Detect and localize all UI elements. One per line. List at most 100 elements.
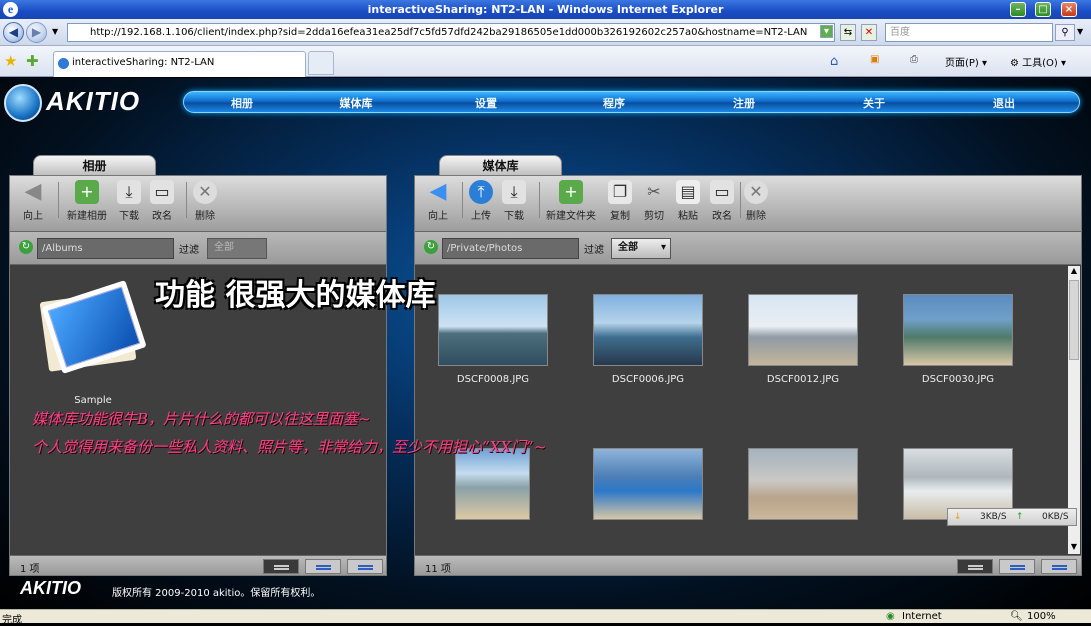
compat-view-icon[interactable]: ▾	[820, 25, 833, 38]
album-refresh-icon[interactable]: ↻	[19, 240, 33, 254]
photo-thumbnail[interactable]	[455, 448, 530, 520]
media-delete-button[interactable]: ✕ 删除	[736, 180, 776, 222]
view-detail-button[interactable]	[347, 559, 383, 574]
media-path-input[interactable]: /Private/Photos	[442, 238, 579, 259]
app-footer: AKITIO 版权所有 2009-2010 akitio。保留所有权利。	[0, 578, 1091, 600]
new-tab-button[interactable]	[308, 51, 334, 75]
footer-logo: AKITIO	[20, 578, 81, 598]
new-album-button[interactable]: + 新建相册	[63, 180, 111, 222]
album-filter-select[interactable]: 全部	[207, 238, 267, 259]
photo-thumbnail[interactable]	[593, 448, 703, 520]
media-filter-value: 全部	[618, 242, 638, 253]
media-filter-select[interactable]: 全部 ▾	[611, 238, 671, 259]
tab-page-icon	[58, 58, 69, 69]
album-delete-button[interactable]: ✕ 删除	[185, 180, 225, 222]
menu-media-library[interactable]: 媒体库	[306, 95, 406, 111]
new-folder-button[interactable]: + 新建文件夹	[543, 180, 599, 222]
media-download-label: 下载	[504, 211, 524, 222]
copyright-text: 版权所有 2009-2010 akitio。保留所有权利。	[112, 588, 321, 599]
upload-label: 上传	[471, 211, 491, 222]
media-download-button[interactable]: ⤓ 下载	[494, 180, 534, 222]
album-download-label: 下载	[119, 211, 139, 222]
arrow-left-icon: ◀	[24, 179, 42, 204]
scroll-up-icon[interactable]: ▲	[1069, 266, 1079, 276]
favorites-star-icon[interactable]: ★	[4, 52, 17, 70]
url-input[interactable]: http://192.168.1.106/client/index.php?si…	[67, 23, 835, 42]
photo-label: DSCF0012.JPG	[766, 374, 840, 385]
view-list-button[interactable]	[305, 559, 341, 574]
window-titlebar: e interactiveSharing: NT2-LAN - Windows …	[0, 0, 1091, 19]
feeds-icon[interactable]: ▣	[870, 54, 879, 65]
internet-zone-icon: ◉	[886, 611, 895, 622]
tools-menu-label: 工具(O)	[1022, 58, 1058, 69]
search-options-icon[interactable]: ▼	[1077, 27, 1083, 36]
album-path-input[interactable]: /Albums	[37, 238, 174, 259]
view-list-button[interactable]	[999, 559, 1035, 574]
tools-menu[interactable]: ⚙ 工具(O) ▾	[1010, 54, 1066, 69]
photo-thumbnail[interactable]	[748, 448, 858, 520]
back-button[interactable]: ◀	[3, 22, 24, 43]
akitio-logo: AKITIO	[4, 84, 179, 122]
album-rename-label: 改名	[152, 211, 172, 222]
scrollbar-thumb[interactable]	[1069, 280, 1079, 360]
zoom-level[interactable]: 100%	[1027, 611, 1056, 622]
album-rename-button[interactable]: ▭ 改名	[142, 180, 182, 222]
photo-thumbnail[interactable]	[593, 294, 703, 366]
nav-history-dropdown-icon[interactable]: ▼	[52, 27, 58, 36]
menu-register[interactable]: 注册	[694, 95, 794, 111]
upload-globe-icon: ⤒	[469, 180, 493, 204]
menu-albums[interactable]: 相册	[192, 95, 292, 111]
status-text: 完成	[2, 615, 22, 626]
tab-title: interactiveSharing: NT2-LAN	[72, 57, 215, 68]
media-filter-row: ↻ /Private/Photos 过滤 全部 ▾	[415, 232, 1081, 265]
menu-logout[interactable]: 退出	[954, 95, 1054, 111]
menu-settings[interactable]: 设置	[436, 95, 536, 111]
toolbar-separator	[539, 182, 540, 218]
favorites-bar: ★ ✚ interactiveSharing: NT2-LAN ⌂ ▣ ⎙ 页面…	[0, 46, 1091, 77]
search-icon[interactable]: ⚲	[1055, 24, 1075, 41]
view-thumbnails-button[interactable]	[263, 559, 299, 574]
album-up-button[interactable]: ◀ 向上	[13, 179, 53, 223]
home-icon[interactable]: ⌂	[830, 54, 838, 69]
akitio-app: AKITIO 相册 媒体库 设置 程序 注册 关于 退出 相册 ◀ 向上 + 新建相…	[0, 78, 1091, 609]
zoom-icon[interactable]: 🔍︎	[1010, 611, 1023, 622]
browser-tab[interactable]: interactiveSharing: NT2-LAN	[53, 51, 306, 77]
photo-thumbnail[interactable]	[438, 294, 548, 366]
add-favorites-icon[interactable]: ✚	[26, 52, 39, 70]
media-statusbar: 11 项	[415, 555, 1081, 575]
view-detail-button[interactable]	[1041, 559, 1077, 574]
media-panel-tab[interactable]: 媒体库	[439, 155, 562, 176]
minimize-button[interactable]: –	[1010, 2, 1026, 17]
album-panel: ◀ 向上 + 新建相册 ⤓ 下载 ▭ 改名 ✕ 删除 ↻ /Albums 过滤 全部 Sa…	[9, 175, 387, 576]
rename-icon: ▭	[150, 180, 174, 204]
page-menu-label: 页面(P)	[945, 58, 979, 69]
download-icon: ⤓	[502, 180, 526, 204]
paste-icon: ▤	[676, 180, 700, 204]
stop-icon[interactable]: ✕	[861, 24, 877, 41]
scroll-down-icon[interactable]: ▼	[1069, 542, 1079, 552]
album-statusbar: 1 项	[10, 555, 386, 575]
view-thumbnails-button[interactable]	[957, 559, 993, 574]
close-button[interactable]: ×	[1061, 2, 1077, 17]
album-item-sample[interactable]: Sample	[38, 280, 148, 406]
delete-icon: ✕	[193, 180, 217, 204]
album-filter-label: 过滤	[179, 245, 199, 256]
print-icon[interactable]: ⎙	[910, 54, 918, 65]
menu-about[interactable]: 关于	[824, 95, 924, 111]
rename-icon: ▭	[710, 180, 734, 204]
maximize-button[interactable]: □	[1035, 2, 1051, 17]
media-delete-label: 删除	[746, 211, 766, 222]
download-speed-icon: ↓	[954, 512, 962, 522]
media-refresh-icon[interactable]: ↻	[424, 240, 438, 254]
photo-thumbnail[interactable]	[903, 294, 1013, 366]
search-input[interactable]: 百度	[885, 23, 1053, 42]
menu-programs[interactable]: 程序	[564, 95, 664, 111]
forward-button[interactable]: ▶	[26, 22, 47, 43]
page-menu[interactable]: 页面(P) ▾	[945, 54, 987, 69]
main-menu: 相册 媒体库 设置 程序 注册 关于 退出	[183, 91, 1080, 113]
photo-thumbnail[interactable]	[748, 294, 858, 366]
album-panel-tab[interactable]: 相册	[33, 155, 156, 176]
media-up-button[interactable]: ◀ 向上	[418, 180, 458, 223]
refresh-icon[interactable]: ⇆	[840, 24, 856, 41]
upload-speed-icon: ↑	[1016, 512, 1024, 522]
